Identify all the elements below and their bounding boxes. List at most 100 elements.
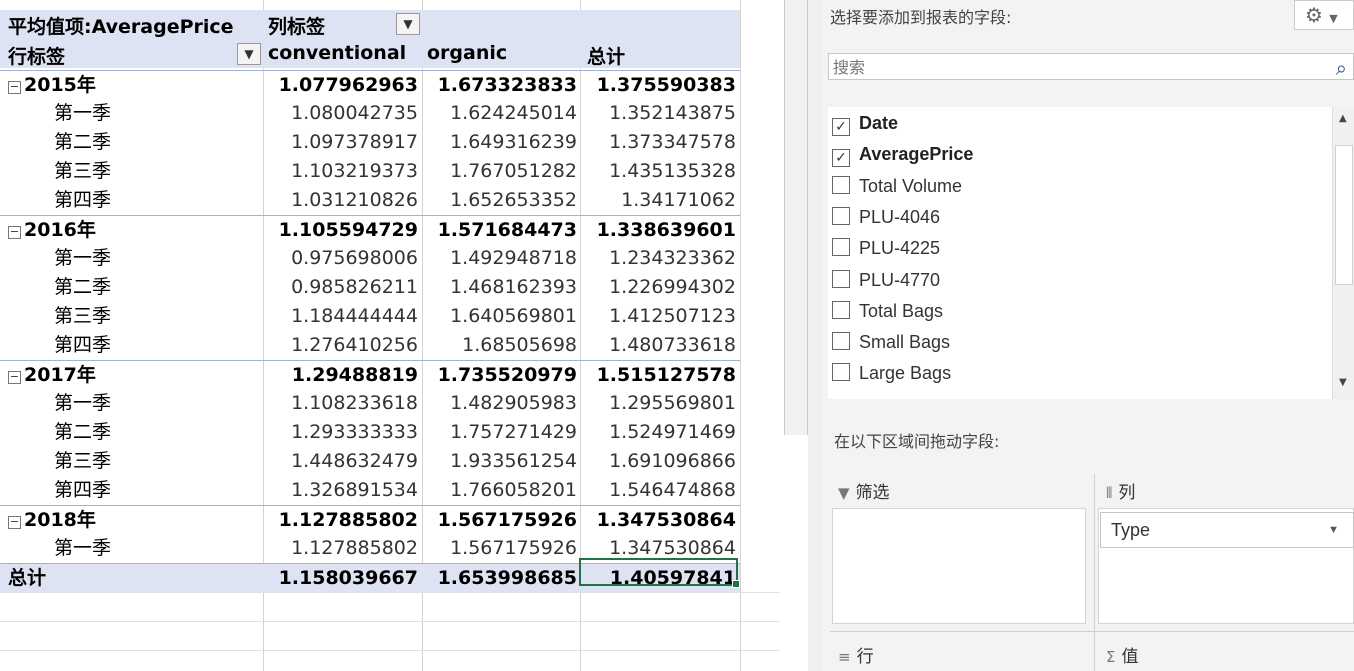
- checkbox-unchecked-icon[interactable]: [832, 300, 850, 319]
- organic-cell[interactable]: 1.571684473: [422, 216, 577, 245]
- conventional-cell[interactable]: 0.975698006: [263, 244, 418, 273]
- field-item-plu-4046[interactable]: PLU-4046: [832, 206, 940, 235]
- checkbox-unchecked-icon[interactable]: [832, 269, 850, 288]
- conventional-cell[interactable]: 1.103219373: [263, 157, 418, 186]
- year-row[interactable]: −2018年 1.127885802 1.567175926 1.347530864: [0, 505, 740, 535]
- field-item-total-volume[interactable]: Total Volume: [832, 175, 962, 204]
- total-cell[interactable]: 1.234323362: [580, 244, 736, 273]
- organic-cell[interactable]: 1.567175926: [422, 534, 577, 563]
- quarter-row[interactable]: 第二季 1.097378917 1.649316239 1.373347578: [0, 128, 740, 157]
- conventional-cell[interactable]: 1.448632479: [263, 447, 418, 476]
- total-cell[interactable]: 1.338639601: [580, 216, 736, 245]
- organic-cell[interactable]: 1.624245014: [422, 99, 577, 128]
- search-input[interactable]: [831, 55, 1315, 80]
- quarter-row[interactable]: 第一季 1.108233618 1.482905983 1.295569801: [0, 389, 740, 418]
- year-row[interactable]: −2015年 1.077962963 1.673323833 1.375590383: [0, 70, 740, 100]
- column-field-type[interactable]: Type ▼: [1100, 512, 1354, 548]
- scroll-up-arrow-icon[interactable]: ▲: [1339, 113, 1347, 124]
- field-search-box[interactable]: ⌕: [828, 53, 1354, 80]
- quarter-row[interactable]: 第二季 1.293333333 1.757271429 1.524971469: [0, 418, 740, 447]
- field-item-small-bags[interactable]: Small Bags: [832, 332, 950, 360]
- organic-cell[interactable]: 1.767051282: [422, 157, 577, 186]
- total-cell[interactable]: 1.352143875: [580, 99, 736, 128]
- quarter-row[interactable]: 第四季 1.276410256 1.68505698 1.480733618: [0, 331, 740, 360]
- row-label[interactable]: −2015年: [8, 71, 263, 100]
- total-cell[interactable]: 1.226994302: [580, 273, 736, 302]
- quarter-row[interactable]: 第三季 1.448632479 1.933561254 1.691096866: [0, 447, 740, 476]
- total-cell[interactable]: 1.373347578: [580, 128, 736, 157]
- organic-cell[interactable]: 1.567175926: [422, 506, 577, 535]
- checkbox-unchecked-icon[interactable]: [832, 238, 850, 257]
- scroll-thumb[interactable]: [1335, 145, 1353, 285]
- row-filter-dropdown-icon[interactable]: ▼: [237, 43, 261, 65]
- checkbox-checked-icon[interactable]: ✓: [832, 149, 850, 168]
- collapse-minus-icon[interactable]: −: [8, 226, 21, 239]
- total-cell[interactable]: 1.691096866: [580, 447, 736, 476]
- organic-cell[interactable]: 1.735520979: [422, 361, 577, 390]
- quarter-row[interactable]: 第三季 1.103219373 1.767051282 1.435135328: [0, 157, 740, 186]
- quarter-row[interactable]: 第四季 1.326891534 1.766058201 1.546474868: [0, 476, 740, 505]
- chevron-down-icon[interactable]: ▼: [1328, 513, 1339, 547]
- organic-cell[interactable]: 1.649316239: [422, 128, 577, 157]
- grand-total-organic[interactable]: 1.653998685: [422, 564, 577, 593]
- conventional-cell[interactable]: 1.097378917: [263, 128, 418, 157]
- total-cell[interactable]: 1.295569801: [580, 389, 736, 418]
- total-cell[interactable]: 1.412507123: [580, 302, 736, 331]
- conventional-cell[interactable]: 1.108233618: [263, 389, 418, 418]
- organic-cell[interactable]: 1.652653352: [422, 186, 577, 215]
- conventional-cell[interactable]: 1.080042735: [263, 99, 418, 128]
- year-row[interactable]: −2017年 1.29488819 1.735520979 1.515127578: [0, 360, 740, 390]
- scroll-down-arrow-icon[interactable]: ▼: [1339, 377, 1347, 388]
- field-item-large-bags[interactable]: Large Bags: [832, 363, 951, 391]
- conventional-cell[interactable]: 1.127885802: [263, 506, 418, 535]
- checkbox-unchecked-icon[interactable]: [832, 332, 850, 351]
- row-label[interactable]: −2017年: [8, 361, 263, 390]
- total-cell[interactable]: 1.524971469: [580, 418, 736, 447]
- row-labels-header[interactable]: 行标签: [8, 42, 65, 69]
- conventional-cell[interactable]: 1.105594729: [263, 216, 418, 245]
- conventional-cell[interactable]: 1.077962963: [263, 71, 418, 100]
- field-list[interactable]: ✓ Date ✓ AveragePrice Total Volume PLU-4046 PL…: [828, 107, 1332, 399]
- checkbox-unchecked-icon[interactable]: [832, 363, 850, 382]
- column-filter-dropdown-icon[interactable]: ▼: [396, 13, 420, 35]
- column-labels-header[interactable]: 列标签: [268, 12, 325, 39]
- quarter-row[interactable]: 第一季 1.080042735 1.624245014 1.352143875: [0, 99, 740, 128]
- search-icon[interactable]: ⌕: [1336, 56, 1347, 80]
- field-item-total-bags[interactable]: Total Bags: [832, 300, 943, 329]
- conventional-cell[interactable]: 1.29488819: [263, 361, 418, 390]
- conventional-cell[interactable]: 1.031210826: [263, 186, 418, 215]
- row-label[interactable]: −2018年: [8, 506, 263, 535]
- checkbox-unchecked-icon[interactable]: [832, 206, 850, 225]
- total-cell[interactable]: 1.480733618: [580, 331, 736, 360]
- grid-vertical-scrollbar[interactable]: [784, 0, 808, 435]
- grand-total-label[interactable]: 总计: [8, 564, 263, 593]
- conventional-cell[interactable]: 0.985826211: [263, 273, 418, 302]
- organic-cell[interactable]: 1.673323833: [422, 71, 577, 100]
- quarter-row[interactable]: 第二季 0.985826211 1.468162393 1.226994302: [0, 273, 740, 302]
- filter-drop-area[interactable]: [832, 508, 1086, 624]
- field-item-plu-4770[interactable]: PLU-4770: [832, 269, 940, 298]
- gear-icon[interactable]: ⚙ ▼: [1294, 0, 1354, 30]
- field-item-date[interactable]: ✓ Date: [832, 113, 898, 141]
- row-label[interactable]: −2016年: [8, 216, 263, 245]
- checkbox-unchecked-icon[interactable]: [832, 175, 850, 194]
- total-cell[interactable]: 1.435135328: [580, 157, 736, 186]
- value-field-label[interactable]: 平均值项:AveragePrice: [8, 12, 234, 39]
- organic-cell[interactable]: 1.757271429: [422, 418, 577, 447]
- field-list-scrollbar[interactable]: ▲ ▼: [1332, 107, 1354, 399]
- grand-total-conventional[interactable]: 1.158039667: [263, 564, 418, 593]
- collapse-minus-icon[interactable]: −: [8, 371, 21, 384]
- field-item-averageprice[interactable]: ✓ AveragePrice: [832, 144, 973, 172]
- conventional-cell[interactable]: 1.276410256: [263, 331, 418, 360]
- conventional-cell[interactable]: 1.326891534: [263, 476, 418, 505]
- organic-cell[interactable]: 1.640569801: [422, 302, 577, 331]
- field-item-plu-4225[interactable]: PLU-4225: [832, 238, 940, 266]
- organic-cell[interactable]: 1.68505698: [422, 331, 577, 360]
- col-header-conventional[interactable]: conventional: [268, 42, 406, 64]
- pivot-table-grid[interactable]: 平均值项:AveragePrice 列标签 ▼ 行标签 ▼ convention…: [0, 0, 780, 671]
- total-cell[interactable]: 1.546474868: [580, 476, 736, 505]
- year-row[interactable]: −2016年 1.105594729 1.571684473 1.338639601: [0, 215, 740, 245]
- collapse-minus-icon[interactable]: −: [8, 516, 21, 529]
- conventional-cell[interactable]: 1.127885802: [263, 534, 418, 563]
- quarter-row[interactable]: 第一季 0.975698006 1.492948718 1.234323362: [0, 244, 740, 273]
